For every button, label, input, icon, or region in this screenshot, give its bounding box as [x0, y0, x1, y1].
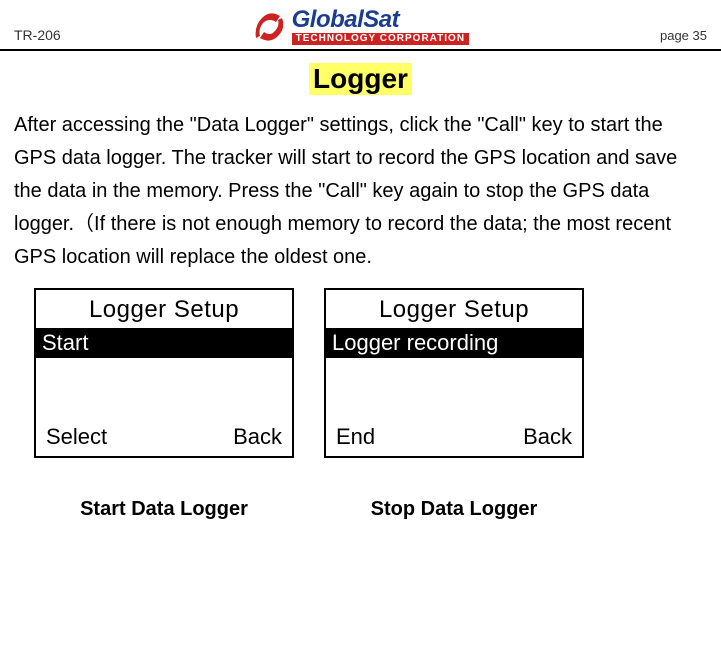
model-label: TR-206	[14, 27, 61, 45]
screen-title: Logger Setup	[326, 290, 582, 328]
softkey-left: End	[336, 424, 375, 450]
brand-name: GlobalSat	[292, 8, 469, 32]
softkey-left: Select	[46, 424, 107, 450]
softkey-right: Back	[233, 424, 282, 450]
screen-softkeys: Select Back	[36, 424, 292, 450]
page-header: TR-206 GlobalSat TECHNOLOGY CORPORATION …	[0, 0, 721, 51]
screen-softkeys: End Back	[326, 424, 582, 450]
device-screens-row: Logger Setup Start Select Back Logger Se…	[14, 284, 707, 458]
screen-status: Start	[36, 328, 292, 358]
body-paragraph: After accessing the "Data Logger" settin…	[14, 109, 707, 274]
screen-caption: Stop Data Logger	[324, 498, 584, 521]
screen-captions-row: Start Data Logger Stop Data Logger	[14, 458, 707, 521]
softkey-right: Back	[523, 424, 572, 450]
section-title-container: Logger	[14, 63, 707, 95]
screen-title: Logger Setup	[36, 290, 292, 328]
device-screen-start: Logger Setup Start Select Back	[34, 288, 294, 458]
brand-text: GlobalSat TECHNOLOGY CORPORATION	[292, 8, 469, 45]
page-content: Logger After accessing the "Data Logger"…	[0, 51, 721, 521]
screen-caption: Start Data Logger	[34, 498, 294, 521]
globalsat-logo-icon	[252, 12, 286, 42]
page-number: page 35	[660, 28, 707, 45]
section-title: Logger	[309, 63, 412, 95]
screen-status: Logger recording	[326, 328, 582, 358]
brand-logo: GlobalSat TECHNOLOGY CORPORATION	[252, 8, 469, 45]
brand-subtitle: TECHNOLOGY CORPORATION	[292, 33, 469, 45]
device-screen-stop: Logger Setup Logger recording End Back	[324, 288, 584, 458]
